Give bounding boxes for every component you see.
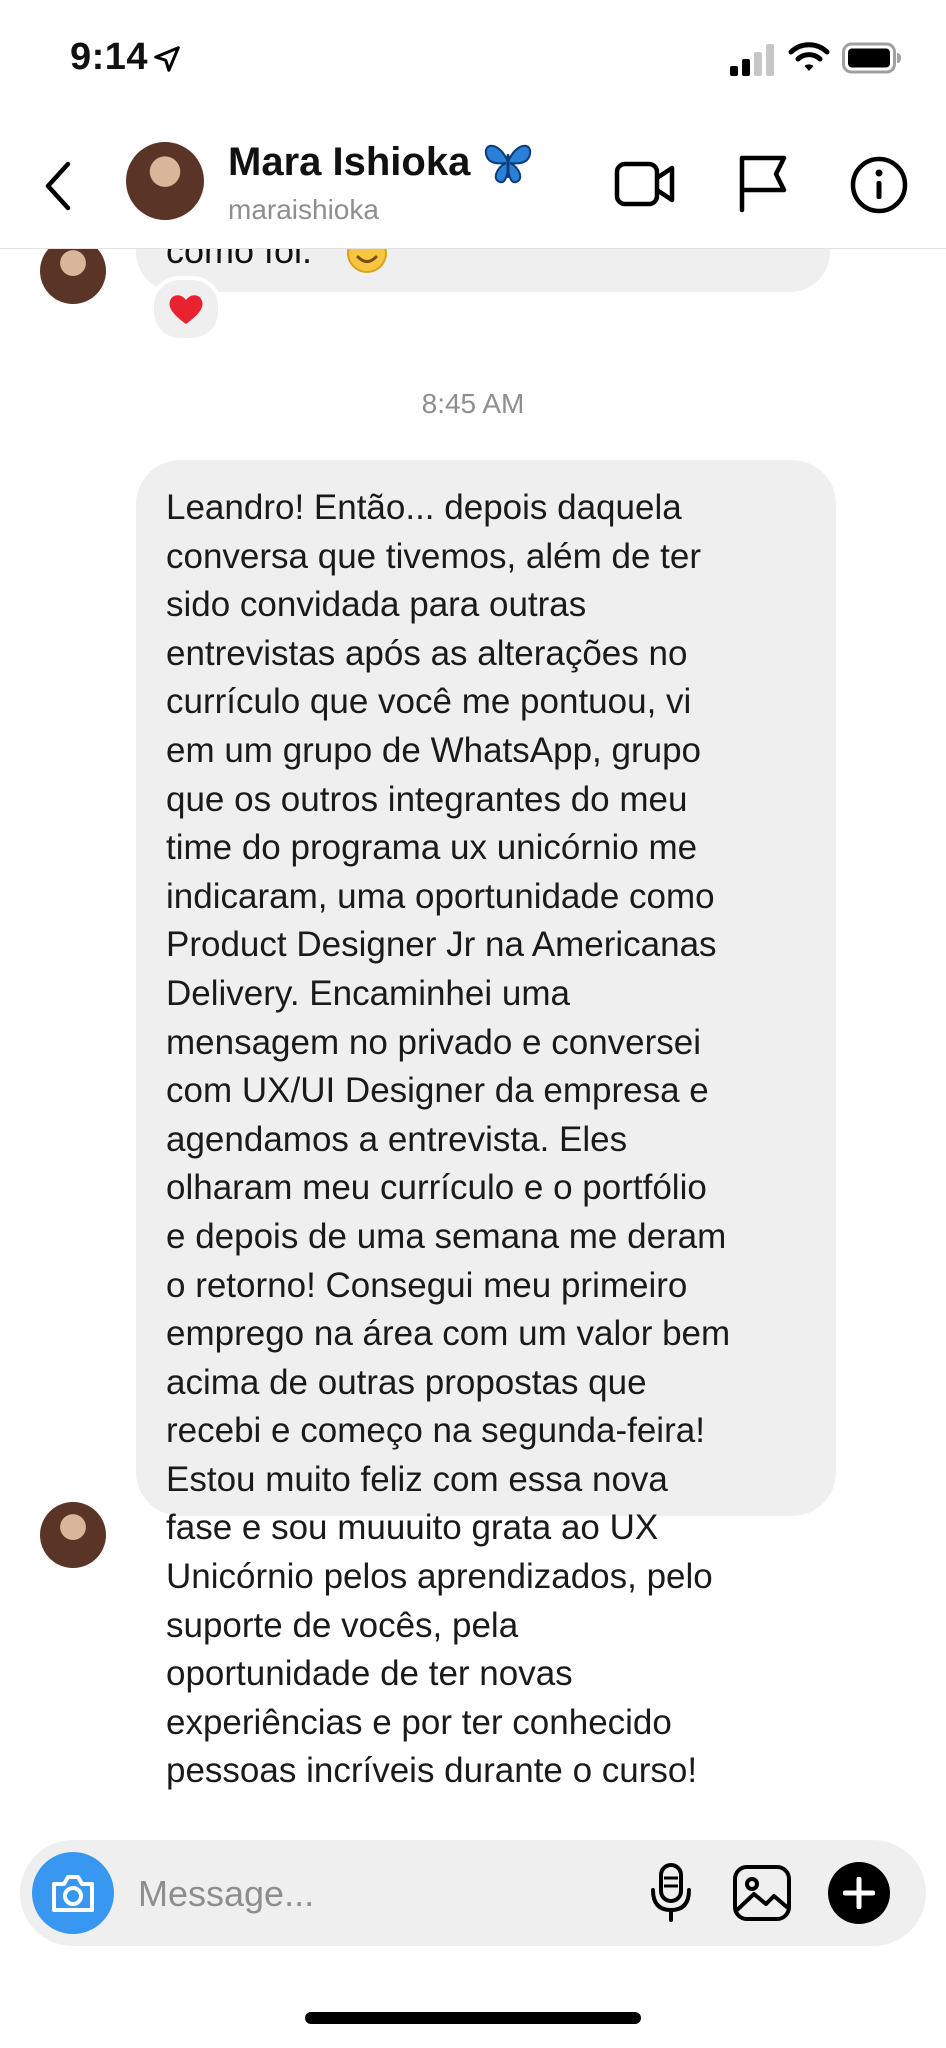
heart-reaction[interactable] [150,276,222,342]
message-line: experiências e por ter conhecido [166,1702,672,1742]
message-line: conversa que tivemos, além de ter [166,536,701,576]
info-icon[interactable] [850,156,908,214]
contact-avatar[interactable] [126,142,204,220]
add-button[interactable] [828,1862,890,1924]
message-line: com UX/UI Designer da empresa e [166,1071,709,1111]
message-line: Leandro! Então... depois daquela [166,488,682,527]
home-indicator[interactable] [305,2012,641,2024]
message-line: Product Designer Jr na Americanas [166,925,717,965]
back-button[interactable] [36,156,80,216]
message-line: Unicórnio pelos aprendizados, pelo [166,1557,713,1597]
chat-thread[interactable]: como foi. 8:45 AM Leandro! Então... depo… [0,248,946,1828]
cellular-signal-icon [730,44,774,76]
location-arrow-icon [154,46,180,72]
message-line: sido convidada para outras [166,585,587,625]
status-bar: 9:14 [0,0,946,120]
message-input[interactable] [136,1860,660,1928]
battery-icon [842,42,901,74]
message-composer [20,1840,926,1946]
sender-avatar [40,248,106,304]
message-line: entrevistas após as alterações no [166,633,688,673]
wifi-icon [788,42,830,71]
message-timestamp: 8:45 AM [421,388,525,419]
smiling-face-emoji-icon [347,248,387,273]
message-bubble[interactable]: Leandro! Então... depois daquela conversa… [136,460,836,1790]
flag-icon[interactable] [736,152,788,214]
plus-icon [843,1877,875,1909]
message-line: o retorno! Consegui meu primeiro [166,1265,688,1305]
message-line: Estou muito feliz com essa nova [166,1459,668,1499]
butterfly-emoji-icon [484,144,532,184]
message-line: suporte de vocês, pela [166,1605,519,1645]
message-line: que os outros integrantes do meu [166,779,688,819]
message-line: agendamos a entrevista. Eles [166,1119,628,1159]
sender-avatar [40,1502,106,1568]
message-line: mensagem no privado e conversei [166,1022,702,1062]
video-call-icon[interactable] [614,156,676,212]
message-line: indicaram, uma oportunidade como [166,876,715,916]
heart-icon [169,295,203,324]
message-line: olharam meu currículo e o portfólio [166,1168,707,1208]
camera-button[interactable] [32,1852,114,1934]
message-line: pessoas incríveis durante o curso! [166,1751,698,1791]
message-line: recebi e começo na segunda-feira! [166,1411,705,1451]
message-line: fase e sou muuuito grata ao UX [166,1508,659,1548]
message-line: Delivery. Encaminhei uma [166,973,570,1013]
message-line: acima de outras propostas que [166,1362,647,1402]
contact-username[interactable]: maraishioka [228,194,379,226]
status-time: 9:14 [70,36,149,78]
microphone-icon[interactable] [648,1862,694,1924]
message-line: emprego na área com um valor bem [166,1314,731,1354]
chat-header: Mara Ishioka maraishioka [0,120,946,249]
message-bubble-previous[interactable]: como foi. [136,248,830,292]
message-line: e depois de uma semana me deram [166,1216,727,1256]
gallery-icon[interactable] [732,1864,792,1922]
camera-icon [52,1875,94,1912]
message-line: oportunidade de ter novas [166,1654,573,1694]
contact-name[interactable]: Mara Ishioka [228,140,470,185]
message-line: em um grupo de WhatsApp, grupo [166,730,702,770]
message-line: time do programa ux unicórnio me [166,828,698,868]
message-text: como foi. [166,248,313,271]
message-line: currículo que você me pontuou, vi [166,682,692,722]
message-text: Leandro! Então... depois daquela conversa… [166,484,806,1796]
